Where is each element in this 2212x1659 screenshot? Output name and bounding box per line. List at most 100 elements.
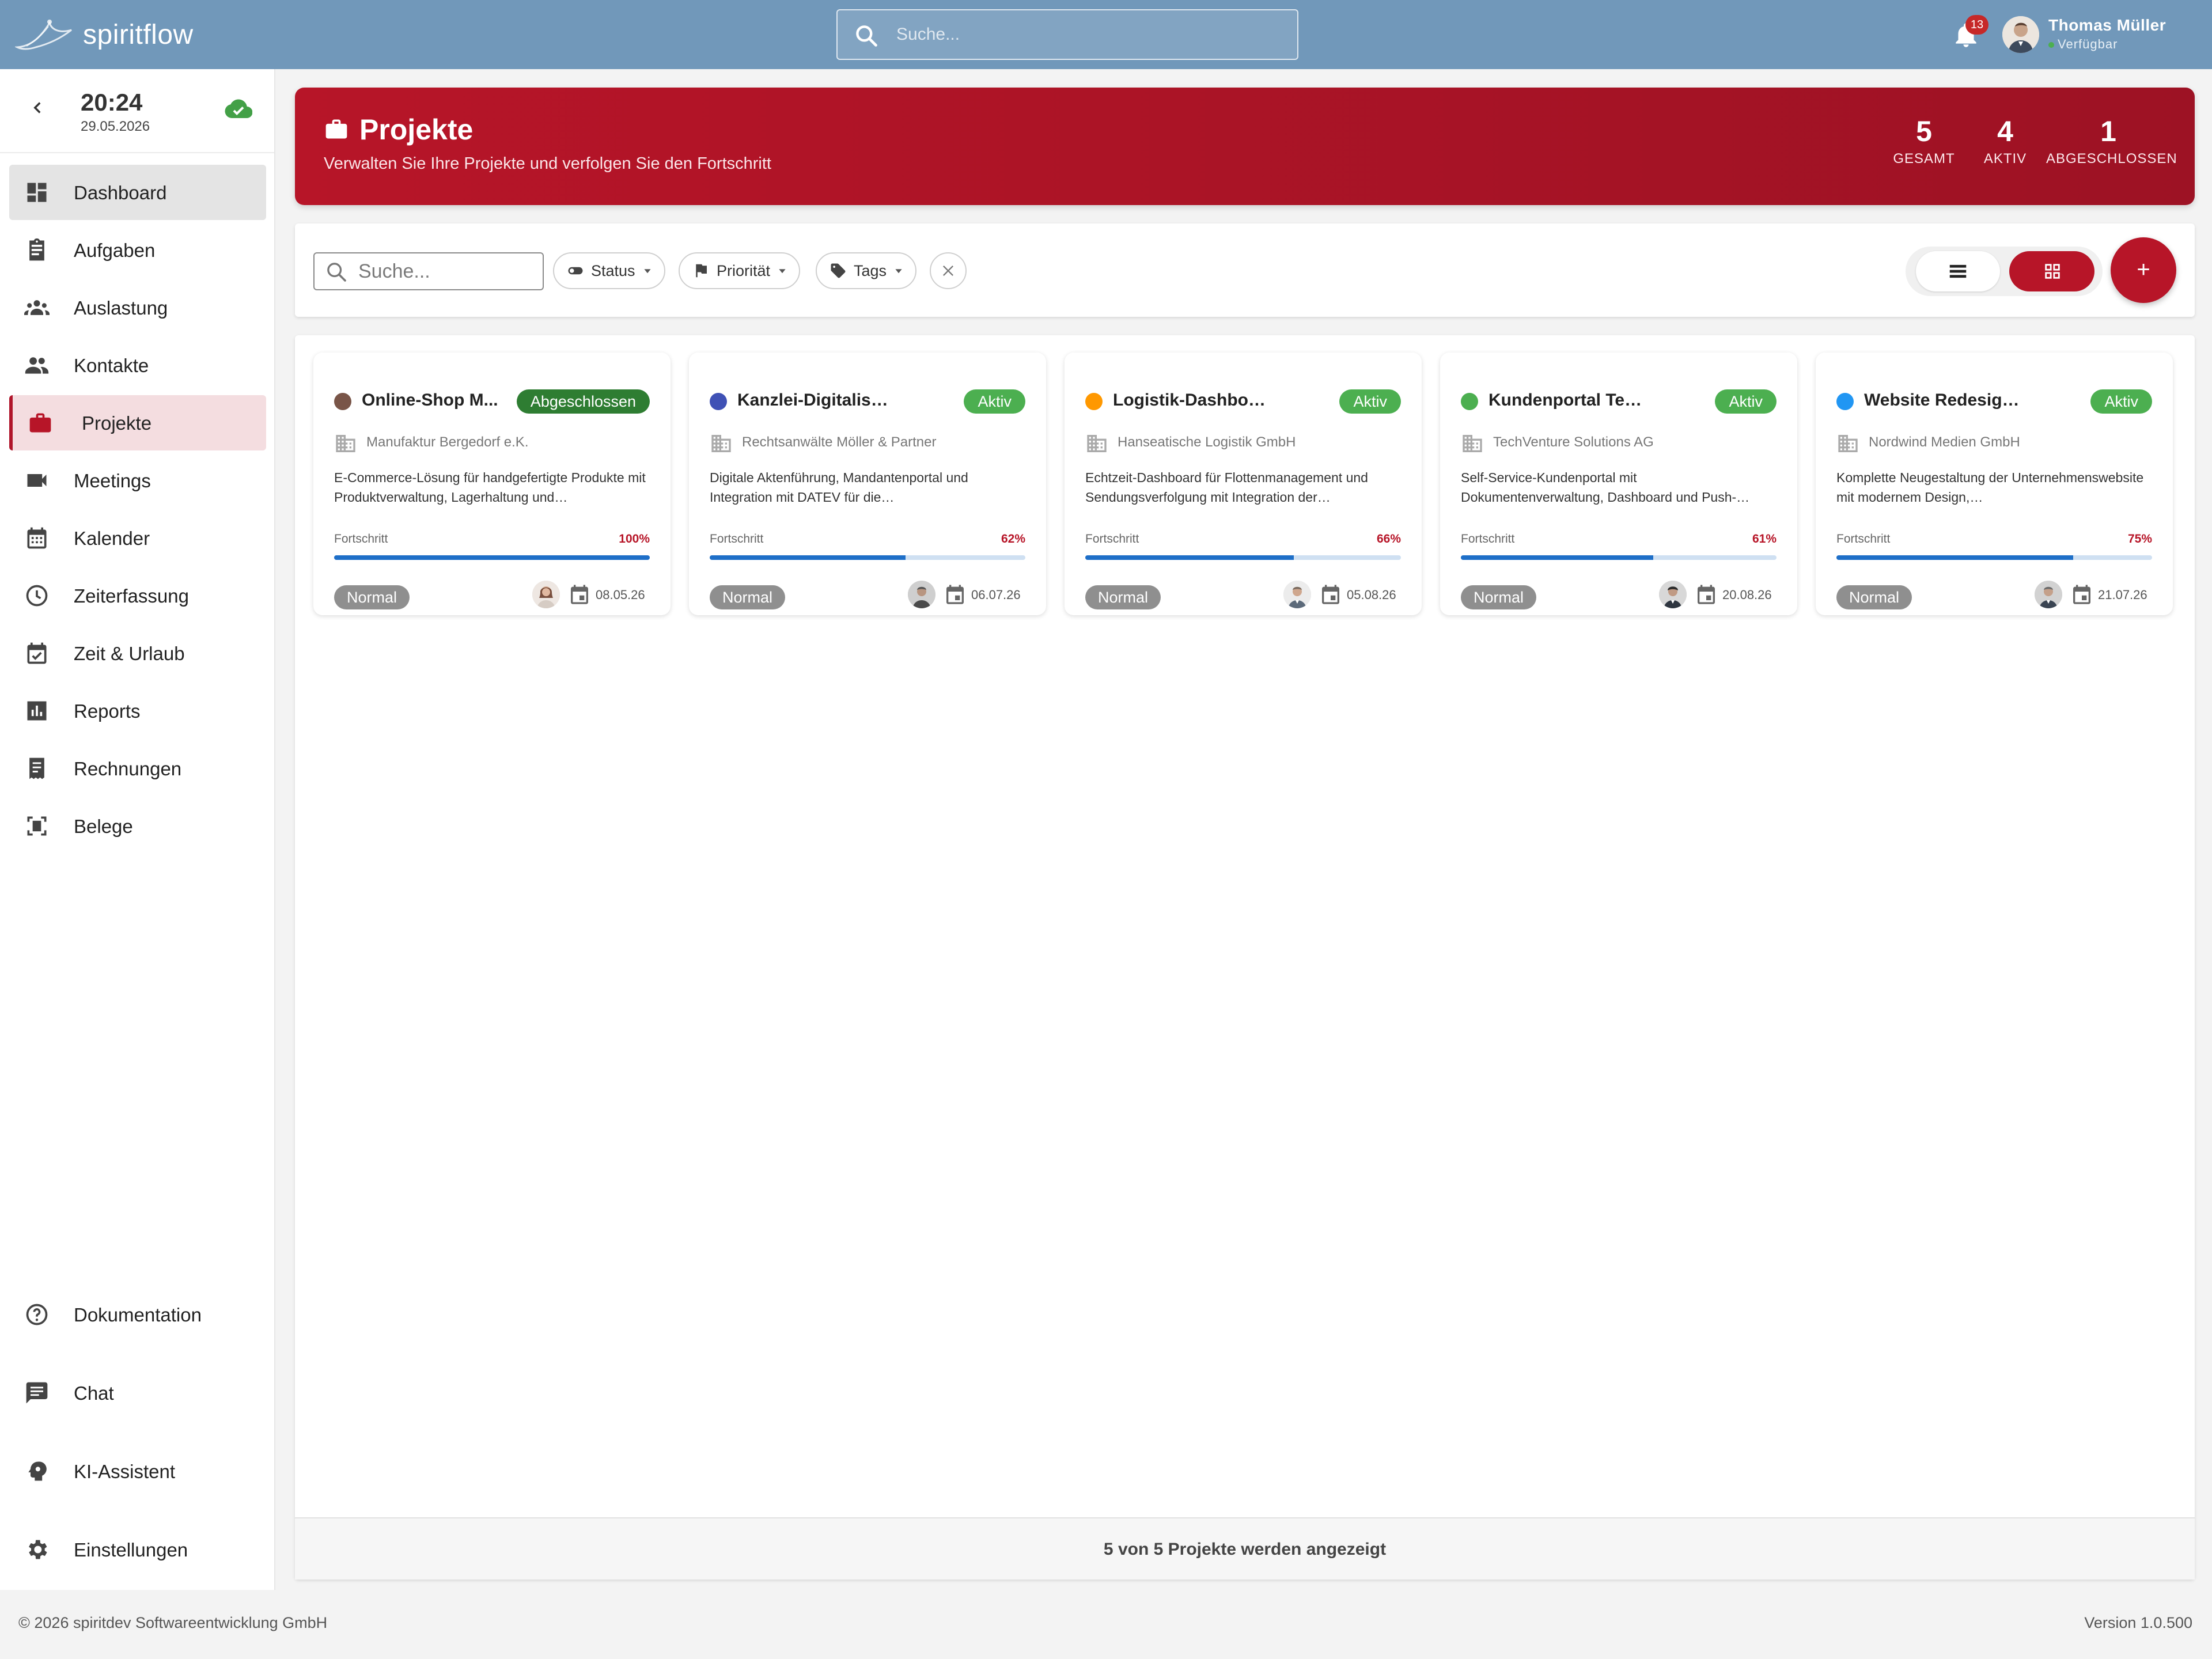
list-view-button[interactable] bbox=[1916, 251, 2000, 291]
chat-icon bbox=[26, 1382, 48, 1404]
project-due-date: 05.08.26 bbox=[1347, 588, 1396, 602]
filter-status-chip[interactable]: Status bbox=[553, 252, 665, 289]
filter-priority-chip[interactable]: Priorität bbox=[679, 252, 801, 289]
building-icon bbox=[1838, 435, 1858, 452]
progress-percent: 100% bbox=[619, 532, 650, 546]
project-company: TechVenture Solutions AG bbox=[1493, 434, 1654, 450]
caret-down-icon bbox=[643, 269, 651, 274]
sidebar-item-zeit-urlaub[interactable]: Zeit & Urlaub bbox=[9, 626, 266, 681]
filter-label: Priorität bbox=[717, 262, 771, 279]
sidebar-item-belege[interactable]: Belege bbox=[9, 798, 266, 854]
progress-percent: 75% bbox=[2127, 532, 2152, 546]
sidebar-item-dashboard[interactable]: Dashboard bbox=[9, 165, 266, 220]
sidebar-item-chat[interactable]: Chat bbox=[9, 1365, 266, 1421]
projects-header-banner: Projekte Verwalten Sie Ihre Projekte und… bbox=[295, 88, 2195, 205]
sidebar-item-rechnungen[interactable]: Rechnungen bbox=[9, 741, 266, 796]
progress-label: Fortschritt bbox=[1085, 532, 1139, 546]
view-toggle bbox=[1906, 247, 2103, 296]
stat-active: 4 AKTIV bbox=[1974, 115, 2037, 167]
project-search[interactable] bbox=[313, 252, 544, 290]
stat-completed: 1 ABGESCHLOSSEN bbox=[2046, 115, 2177, 167]
ai-head-icon bbox=[28, 1461, 47, 1481]
sidebar-header: 20:24 29.05.2026 bbox=[0, 69, 274, 153]
sidebar-item-meetings[interactable]: Meetings bbox=[9, 453, 266, 508]
project-card[interactable]: Website Redesign Nordw... Aktiv Nordwind… bbox=[1816, 353, 2173, 615]
clipboard-icon bbox=[29, 238, 44, 261]
user-avatar[interactable] bbox=[2002, 16, 2039, 53]
sidebar-item-dokumentation[interactable]: Dokumentation bbox=[9, 1287, 266, 1342]
receipt-icon bbox=[29, 757, 44, 779]
calendar-icon bbox=[1698, 585, 1715, 604]
caret-down-icon bbox=[779, 269, 786, 274]
assignee-avatar-image bbox=[1283, 581, 1311, 608]
user-status: Verfügbar bbox=[2048, 37, 2118, 52]
sidebar-item-kalender[interactable]: Kalender bbox=[9, 510, 266, 566]
collapse-sidebar-chevron-icon[interactable] bbox=[28, 98, 47, 118]
sidebar-item-zeiterfassung[interactable]: Zeiterfassung bbox=[9, 568, 266, 623]
document-scan-icon bbox=[27, 816, 47, 836]
project-color-dot bbox=[1085, 393, 1103, 410]
sidebar-item-projekte[interactable]: Projekte bbox=[9, 395, 266, 450]
assignee-avatar[interactable] bbox=[532, 581, 560, 608]
project-color-dot bbox=[1461, 393, 1478, 410]
flag-icon bbox=[696, 264, 707, 278]
clear-filters-button[interactable] bbox=[930, 252, 967, 289]
sidebar-item-label: Dokumentation bbox=[74, 1304, 202, 1325]
progress-percent: 61% bbox=[1752, 532, 1777, 546]
status-badge: Aktiv bbox=[964, 389, 1025, 414]
app-name: spiritflow bbox=[83, 19, 194, 50]
sidebar-item-kontakte[interactable]: Kontakte bbox=[9, 338, 266, 393]
global-search[interactable] bbox=[836, 9, 1298, 60]
cloud-sync-icon bbox=[225, 99, 252, 119]
add-project-button[interactable]: + bbox=[2111, 237, 2176, 303]
assignee-avatar[interactable] bbox=[2035, 581, 2062, 608]
project-due-date: 21.07.26 bbox=[2098, 588, 2147, 602]
assignee-avatar[interactable] bbox=[1283, 581, 1311, 608]
global-search-input[interactable] bbox=[896, 10, 1288, 59]
project-card[interactable]: Kundenportal TechVenture Aktiv TechVentu… bbox=[1440, 353, 1797, 615]
sidebar-item-label: Aufgaben bbox=[74, 240, 156, 261]
progress-fill bbox=[1836, 555, 2073, 560]
sidebar-item-label: Kontakte bbox=[74, 355, 149, 376]
sidebar-item-reports[interactable]: Reports bbox=[9, 683, 266, 738]
progress-fill bbox=[334, 555, 650, 560]
priority-badge: Normal bbox=[334, 585, 410, 609]
sidebar-item-ki-assistent[interactable]: KI-Assistent bbox=[9, 1444, 266, 1499]
project-description: E-Commerce-Lösung für handgefertigte Pro… bbox=[334, 470, 646, 505]
grid-view-button[interactable] bbox=[2009, 251, 2094, 291]
user-avatar-image bbox=[2002, 16, 2039, 53]
project-card[interactable]: Online-Shop M... Abgeschlossen Manufaktu… bbox=[313, 353, 671, 615]
sidebar-item-label: Zeit & Urlaub bbox=[74, 643, 185, 664]
project-due-date: 06.07.26 bbox=[971, 588, 1021, 602]
project-search-input[interactable] bbox=[358, 253, 537, 289]
stat-label: AKTIV bbox=[1983, 151, 2027, 166]
sidebar-item-auslastung[interactable]: Auslastung bbox=[9, 280, 266, 335]
assignee-avatar[interactable] bbox=[908, 581, 935, 608]
user-name[interactable]: Thomas Müller bbox=[2048, 16, 2166, 35]
progress-label: Fortschritt bbox=[1461, 532, 1515, 546]
sidebar-item-label: Dashboard bbox=[74, 182, 167, 203]
filter-tags-chip[interactable]: Tags bbox=[816, 252, 917, 289]
app-logo[interactable]: spiritflow bbox=[15, 13, 194, 56]
project-card[interactable]: Logistik-Dashboard Aktiv Hanseatische Lo… bbox=[1065, 353, 1422, 615]
sidebar-item-einstellungen[interactable]: Einstellungen bbox=[9, 1522, 266, 1577]
progress-fill bbox=[1085, 555, 1294, 560]
sidebar-item-aufgaben[interactable]: Aufgaben bbox=[9, 222, 266, 278]
caret-down-icon bbox=[895, 269, 902, 274]
status-badge: Aktiv bbox=[1715, 389, 1777, 414]
project-description: Echtzeit-Dashboard für Flottenmanagement… bbox=[1085, 470, 1368, 505]
briefcase-icon bbox=[325, 119, 347, 139]
progress-label: Fortschritt bbox=[710, 532, 764, 546]
assignee-avatar-image bbox=[532, 581, 560, 608]
calendar-icon bbox=[2073, 585, 2090, 604]
progress-bar bbox=[1085, 555, 1401, 560]
building-icon bbox=[336, 435, 355, 452]
close-icon bbox=[943, 266, 953, 276]
copyright: © 2026 spiritdev Softwareentwicklung Gmb… bbox=[18, 1614, 328, 1631]
project-card[interactable]: Kanzlei-Digitalisierung Aktiv Rechtsanwä… bbox=[689, 353, 1046, 615]
help-icon bbox=[26, 1304, 48, 1325]
assignee-avatar[interactable] bbox=[1659, 581, 1687, 608]
building-icon bbox=[1463, 435, 1482, 452]
clock-icon bbox=[26, 585, 48, 607]
project-description: Digitale Aktenführung, Mandantenportal u… bbox=[710, 470, 968, 505]
